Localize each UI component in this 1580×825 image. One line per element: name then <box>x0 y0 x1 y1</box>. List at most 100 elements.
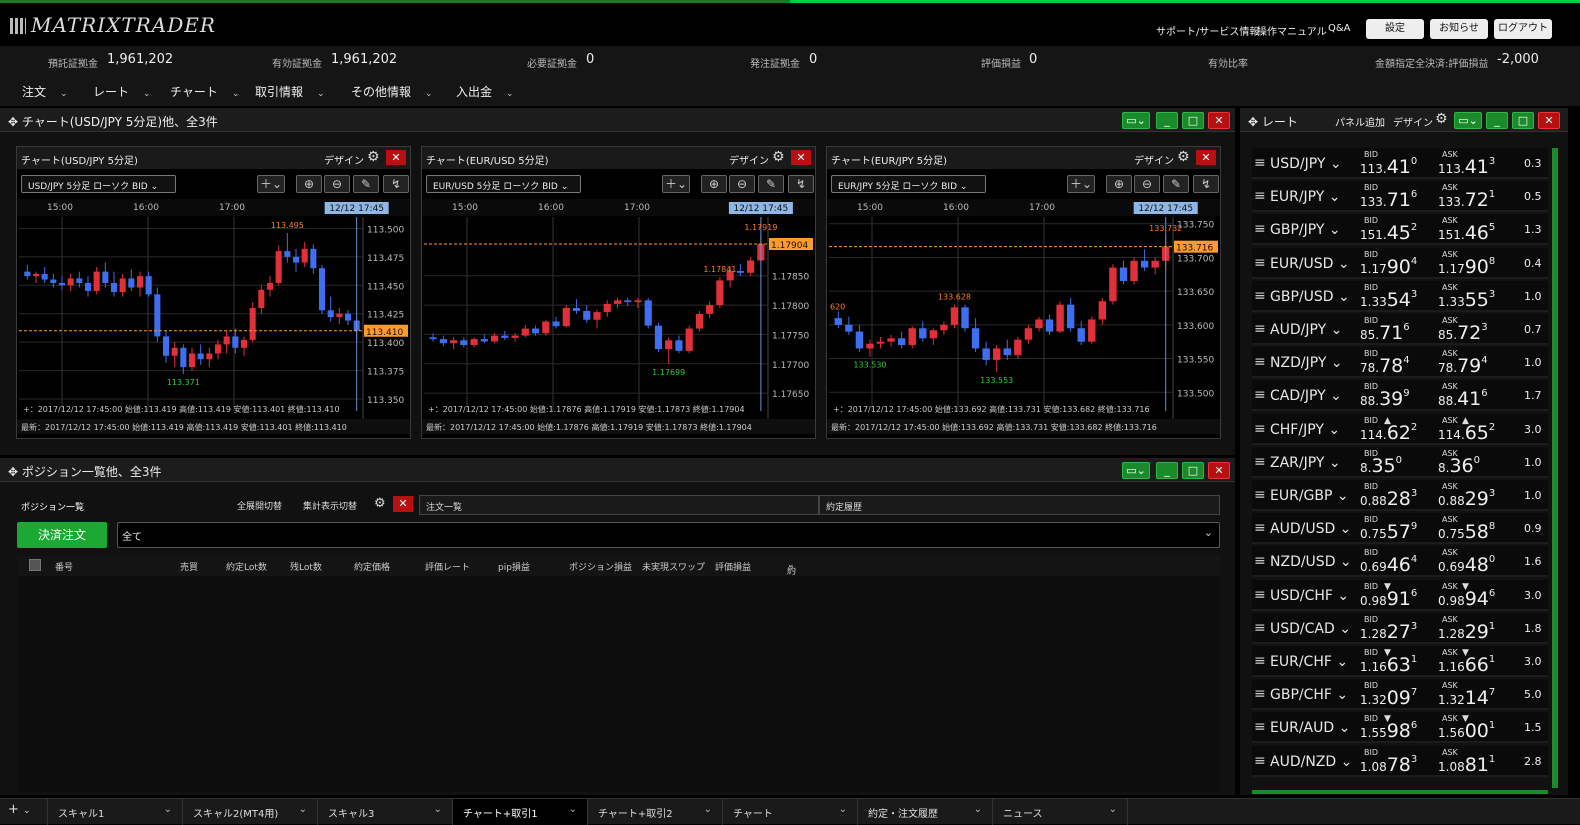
rate-row[interactable]: ≡ ZAR/JPY ⌄ BID ASK 8.350 8.360 1.0 <box>1252 446 1548 478</box>
menu-other-info[interactable]: その他情報 ⌄ <box>351 83 433 100</box>
rate-row[interactable]: ≡ AUD/USD ⌄ BID ASK 0.75579 0.75588 0.9 <box>1252 513 1548 545</box>
rate-row[interactable]: ≡ EUR/JPY ⌄ BID ASK 133.716 133.721 0.5 <box>1252 181 1548 213</box>
rate-row[interactable]: ≡ EUR/AUD ⌄ BID ASK ▼ ▼ 1.55986 1.56001 1.5 <box>1252 712 1548 744</box>
crosshair-icon[interactable]: ＋⌄ <box>1067 175 1095 193</box>
column-header[interactable]: pip損益 <box>498 560 530 573</box>
add-panel-button[interactable]: パネル追加 <box>1335 114 1385 129</box>
drag-handle-icon[interactable]: ≡ <box>1254 421 1266 437</box>
zoom-in-icon[interactable]: ⊕ <box>701 175 727 193</box>
chart-header[interactable]: チャート(USD/JPY 5分足) デザイン ⚙ ✕ <box>17 147 410 169</box>
minimize-button[interactable]: _ <box>1156 112 1178 129</box>
minimize-button[interactable]: _ <box>1486 112 1508 129</box>
workspace-tab[interactable]: ニュース ⌄ <box>993 799 1128 825</box>
draw-line-icon[interactable]: ✎ <box>353 175 379 193</box>
gear-icon[interactable]: ⚙ <box>1435 111 1448 127</box>
ask-price[interactable]: 0.88293 <box>1438 488 1495 510</box>
filter-select[interactable]: 全て ⌄ <box>117 522 1220 548</box>
gear-icon[interactable]: ⚙ <box>1177 149 1190 165</box>
zoom-in-icon[interactable]: ⊕ <box>1106 175 1132 193</box>
bid-price[interactable]: 1.33543 <box>1360 289 1417 311</box>
drag-handle-icon[interactable]: ≡ <box>1254 719 1266 735</box>
bid-price[interactable]: 151.452 <box>1360 222 1417 244</box>
rate-row[interactable]: ≡ EUR/CHF ⌄ BID ASK ▼ ▼ 1.16631 1.16661 3.0 <box>1252 646 1548 677</box>
close-button[interactable]: ✕ <box>1538 112 1560 129</box>
ask-price[interactable]: 8.360 <box>1438 455 1480 477</box>
minimize-button[interactable]: _ <box>1156 462 1178 479</box>
chart-symbol-select[interactable]: USD/JPY 5分足 ローソク BID ⌄ <box>21 175 176 193</box>
ask-price[interactable]: 0.69480 <box>1438 554 1495 576</box>
rate-row[interactable]: ≡ GBP/USD ⌄ BID ASK 1.33543 1.33553 1.0 <box>1252 280 1548 312</box>
close-button[interactable]: ✕ <box>1208 462 1230 479</box>
rate-row[interactable]: ≡ AUD/NZD ⌄ BID ASK 1.08783 1.08811 2.8 <box>1252 745 1548 777</box>
bid-price[interactable]: 133.716 <box>1360 189 1417 211</box>
rate-row[interactable]: ≡ CHF/JPY ⌄ BID ASK ▲ ▲ 114.622 114.652 3.0 <box>1252 413 1548 445</box>
drag-handle-icon[interactable]: ≡ <box>1254 155 1266 171</box>
drag-handle-icon[interactable]: ≡ <box>1254 686 1266 702</box>
ask-price[interactable]: 88.416 <box>1438 388 1488 410</box>
rate-row[interactable]: ≡ USD/CHF ⌄ BID ASK ▼ ▼ 0.98916 0.98946 3.0 <box>1252 579 1548 611</box>
add-tab-button[interactable]: + ⌄ <box>0 799 48 825</box>
chart-panel-header[interactable]: ✥ チャート(USD/JPY 5分足)他、全3件 ▭⌄ _ □ ✕ <box>0 108 1235 132</box>
indicator-icon[interactable]: ↯ <box>383 175 409 193</box>
chevron-down-icon[interactable]: ⌄ <box>1109 804 1117 815</box>
column-header[interactable]: 約定価格 <box>354 560 390 573</box>
support-link[interactable]: サポート/サービス情報 <box>1156 23 1259 38</box>
workspace-tab[interactable]: チャート+取引2 ⌄ <box>588 799 723 825</box>
bid-price[interactable]: 88.399 <box>1360 388 1410 410</box>
settle-order-button[interactable]: 決済注文 <box>17 522 107 548</box>
scrollbar[interactable] <box>1552 148 1558 788</box>
maximize-button[interactable]: □ <box>1182 462 1204 479</box>
menu-order[interactable]: 注文 ⌄ <box>22 83 68 100</box>
indicator-icon[interactable]: ↯ <box>788 175 814 193</box>
gear-icon[interactable]: ⚙ <box>772 149 785 165</box>
column-header[interactable]: 残Lot数 <box>290 560 322 573</box>
drag-handle-icon[interactable]: ≡ <box>1254 753 1266 769</box>
horizontal-scrollbar[interactable] <box>1252 790 1548 794</box>
bid-price[interactable]: 8.350 <box>1360 455 1402 477</box>
column-header[interactable]: 評価損益 <box>715 560 751 573</box>
rate-row[interactable]: ≡ USD/CAD ⌄ BID ASK 1.28273 1.28291 1.8 <box>1252 612 1548 644</box>
ask-price[interactable]: 151.465 <box>1438 222 1495 244</box>
zoom-out-icon[interactable]: ⊖ <box>324 175 350 193</box>
drag-handle-icon[interactable]: ≡ <box>1254 255 1266 271</box>
drag-handle-icon[interactable]: ≡ <box>1254 321 1266 337</box>
drag-handle-icon[interactable]: ≡ <box>1254 653 1266 669</box>
bid-price[interactable]: 1.17904 <box>1360 256 1417 278</box>
drag-handle-icon[interactable]: ≡ <box>1254 454 1266 470</box>
close-icon[interactable]: ✕ <box>386 150 406 165</box>
ask-price[interactable]: 1.16661 <box>1438 654 1495 676</box>
drag-handle-icon[interactable]: ≡ <box>1254 221 1266 237</box>
close-button[interactable]: ✕ <box>1208 112 1230 129</box>
maximize-button[interactable]: □ <box>1512 112 1534 129</box>
chart-design-button[interactable]: デザイン <box>324 152 364 167</box>
workspace-tab[interactable]: スキャル2(MT4用) ⌄ <box>183 799 318 825</box>
bid-price[interactable]: 0.69464 <box>1360 554 1417 576</box>
gear-icon[interactable]: ⚙ <box>367 149 380 165</box>
bid-price[interactable]: 78.784 <box>1360 355 1410 377</box>
chevron-down-icon[interactable]: ⌄ <box>839 804 847 815</box>
drag-handle-icon[interactable]: ≡ <box>1254 587 1266 603</box>
column-header[interactable]: 約定Lot数 <box>226 560 267 573</box>
tab-position-list[interactable]: ポジション一覧 全展開切替 集計表示切替 ⚙ ✕ <box>17 495 417 515</box>
ask-price[interactable]: 85.723 <box>1438 322 1488 344</box>
drag-handle-icon[interactable]: ≡ <box>1254 620 1266 636</box>
bid-price[interactable]: 1.16631 <box>1360 654 1417 676</box>
bid-price[interactable]: 113.410 <box>1360 156 1417 178</box>
chevron-down-icon[interactable]: ⌄ <box>569 804 577 815</box>
ask-price[interactable]: 1.32147 <box>1438 687 1495 709</box>
gear-icon[interactable]: ⚙ <box>374 496 386 511</box>
column-header[interactable]: 評価レート <box>425 560 470 573</box>
workspace-tab[interactable]: スキャル1 ⌄ <box>48 799 183 825</box>
panel-layout-button[interactable]: ▭⌄ <box>1454 112 1482 129</box>
chart-design-button[interactable]: デザイン <box>1134 152 1174 167</box>
chart-design-button[interactable]: デザイン <box>729 152 769 167</box>
drag-handle-icon[interactable]: ≡ <box>1254 487 1266 503</box>
close-icon[interactable]: ✕ <box>791 150 811 165</box>
ask-price[interactable]: 1.28291 <box>1438 621 1495 643</box>
ask-price[interactable]: 1.08811 <box>1438 754 1495 776</box>
chart-symbol-select[interactable]: EUR/USD 5分足 ローソク BID ⌄ <box>426 175 581 193</box>
chart-symbol-select[interactable]: EUR/JPY 5分足 ローソク BID ⌄ <box>831 175 986 193</box>
chevron-down-icon[interactable]: ⌄ <box>164 804 172 815</box>
panel-layout-button[interactable]: ▭⌄ <box>1122 462 1150 479</box>
panel-layout-button[interactable]: ▭⌄ <box>1122 112 1150 129</box>
